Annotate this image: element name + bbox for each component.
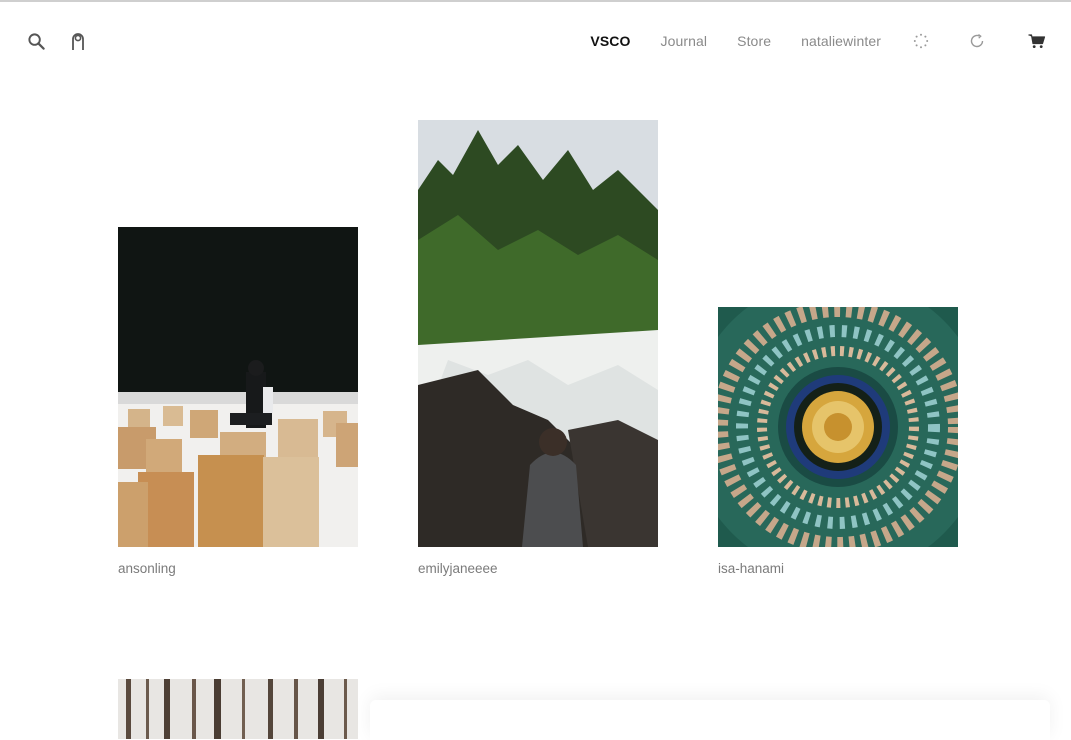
grid-item-isa-hanami: isa-hanami <box>718 307 958 576</box>
search-icon[interactable] <box>26 31 46 51</box>
cart-icon[interactable] <box>1027 31 1047 51</box>
nav-vsco[interactable]: VSCO <box>590 33 630 49</box>
refresh-icon[interactable] <box>967 31 987 51</box>
photo-ansonling[interactable] <box>118 227 358 547</box>
nav-profile[interactable]: nataliewinter <box>801 33 881 49</box>
photo-emilyjaneeee[interactable] <box>418 120 658 547</box>
user-icon[interactable] <box>68 31 88 51</box>
top-strip <box>0 0 1071 2</box>
grid-item-ansonling: ansonling <box>118 227 358 576</box>
username-emilyjaneeee[interactable]: emilyjaneeee <box>418 561 658 576</box>
bottom-overlay-panel <box>370 700 1050 740</box>
nav-store[interactable]: Store <box>737 33 771 49</box>
photo-partial[interactable] <box>118 679 358 739</box>
nav-journal[interactable]: Journal <box>661 33 708 49</box>
photo-isa-hanami[interactable] <box>718 307 958 547</box>
loading-icon[interactable] <box>911 31 931 51</box>
username-ansonling[interactable]: ansonling <box>118 561 358 576</box>
main-nav: VSCO Journal Store nataliewinter <box>590 30 1047 52</box>
grid-item-partial <box>118 679 358 739</box>
grid-item-emilyjaneeee: emilyjaneeee <box>418 120 658 576</box>
username-isa-hanami[interactable]: isa-hanami <box>718 561 958 576</box>
left-toolbar <box>26 31 88 51</box>
